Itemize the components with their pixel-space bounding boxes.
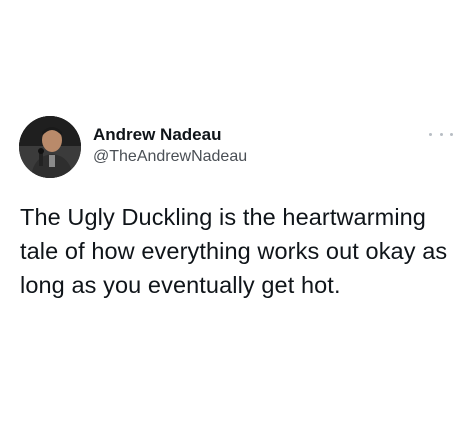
more-dot <box>439 132 443 136</box>
author-display-name[interactable]: Andrew Nadeau <box>93 125 221 145</box>
more-options-icon[interactable] <box>429 126 453 142</box>
more-dot <box>450 132 453 136</box>
author-avatar[interactable] <box>19 116 81 178</box>
person-silhouette-icon <box>19 116 81 178</box>
tweet-card: Andrew Nadeau @TheAndrewNadeau The Ugly … <box>0 0 474 432</box>
more-dot <box>429 132 432 136</box>
author-handle[interactable]: @TheAndrewNadeau <box>93 147 247 167</box>
tweet-text: The Ugly Duckling is the heartwarming ta… <box>20 204 448 298</box>
